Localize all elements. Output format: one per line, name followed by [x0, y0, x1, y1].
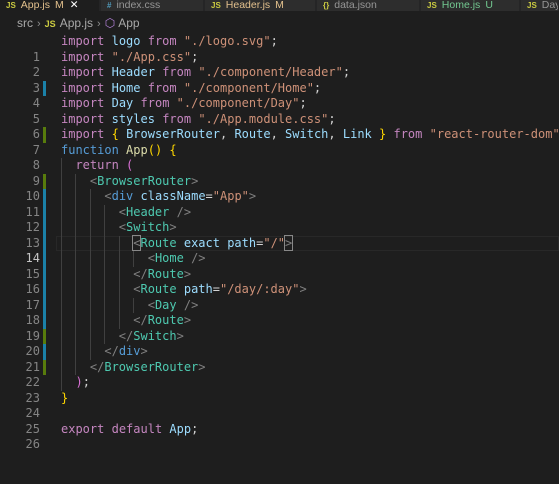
- code-line-current: 14 <Route exact path="/">: [0, 234, 559, 265]
- git-added-marker[interactable]: [43, 173, 46, 189]
- code-text: import Home from "./component/Home";: [61, 80, 322, 95]
- code-line: 23 );: [0, 375, 559, 405]
- code-line: 1 import logo from "./logo.svg";: [0, 34, 559, 64]
- modified-indicator: M: [275, 0, 284, 11]
- code-text: </Route>: [133, 313, 192, 327]
- tab-data-json[interactable]: {} data.json: [317, 0, 420, 11]
- code-line: 15 <Home />: [0, 251, 559, 281]
- code-line: 5 import Day from "./component/Day";: [0, 96, 559, 126]
- code-text: );: [75, 375, 90, 389]
- code-line: 6 import styles from "./App.module.css";: [0, 111, 559, 142]
- breadcrumb-symbol[interactable]: App: [118, 16, 139, 30]
- symbol-cube-icon: ⬡: [104, 16, 116, 30]
- tab-label: data.json: [334, 0, 377, 11]
- code-text: import Header from "./component/Header";: [61, 65, 351, 79]
- code-line: 2 import "./App.css";: [0, 49, 559, 80]
- code-text: <Switch>: [118, 220, 177, 234]
- code-text: <BrowserRouter>: [89, 173, 199, 188]
- tab-app-js[interactable]: JS App.js M ✕: [0, 0, 100, 11]
- code-line: 3 import Header from "./component/Header…: [0, 65, 559, 95]
- code-line: 22 </BrowserRouter>: [0, 359, 559, 389]
- code-line: 16 </Route>: [0, 266, 559, 296]
- code-line: 19 </Route>: [0, 313, 559, 343]
- breadcrumb: src › JS App.js › ⬡ App: [0, 12, 559, 34]
- code-text: </Switch>: [118, 328, 184, 343]
- git-modified-marker[interactable]: [43, 313, 46, 329]
- tab-label: index.css: [116, 0, 161, 11]
- code-line: 10 <BrowserRouter>: [0, 173, 559, 203]
- javascript-file-icon: JS: [211, 1, 221, 10]
- code-line: 26 export default App;: [0, 421, 559, 452]
- code-text: import styles from "./App.module.css";: [61, 111, 336, 126]
- code-text: <Day />: [147, 297, 199, 312]
- git-added-marker[interactable]: [43, 127, 46, 143]
- code-text: import { BrowserRouter, Route, Switch, L…: [61, 127, 559, 141]
- code-text: import "./App.css";: [61, 49, 199, 64]
- git-modified-marker[interactable]: [43, 235, 46, 251]
- code-text: <div className="App">: [104, 189, 257, 203]
- tab-label: Day: [541, 0, 559, 11]
- code-text: return (: [75, 158, 134, 172]
- close-icon[interactable]: ✕: [70, 0, 79, 11]
- code-line: 25: [0, 406, 559, 436]
- code-line: 18 <Day />: [0, 297, 559, 327]
- code-text: <Home />: [147, 251, 206, 265]
- code-line: 8 function App() {: [0, 142, 559, 173]
- code-line: 24 }: [0, 390, 559, 421]
- code-text: import logo from "./logo.svg";: [61, 34, 278, 48]
- code-editor[interactable]: 1 import logo from "./logo.svg"; 2 impor…: [0, 34, 559, 451]
- breadcrumb-folder[interactable]: src: [17, 16, 33, 30]
- code-text: </div>: [104, 344, 148, 358]
- code-line: 20 </Switch>: [0, 328, 559, 358]
- code-line: 21 </div>: [0, 344, 559, 374]
- code-text: <Header />: [118, 204, 192, 219]
- javascript-file-icon: JS: [427, 1, 437, 10]
- git-modified-marker[interactable]: [43, 80, 46, 96]
- git-modified-marker[interactable]: [43, 204, 46, 220]
- code-line: 7 import { BrowserRouter, Route, Switch,…: [0, 127, 559, 157]
- tab-home-js[interactable]: JS Home.js U: [421, 0, 520, 11]
- untracked-indicator: U: [485, 0, 493, 11]
- code-text: <Route path="/day/:day">: [133, 282, 307, 296]
- code-text: <Route exact path="/">: [132, 234, 294, 251]
- breadcrumb-file[interactable]: App.js: [60, 16, 93, 30]
- code-line: 12 <Header />: [0, 204, 559, 234]
- javascript-file-icon: JS: [527, 1, 537, 10]
- tab-label: Header.js: [225, 0, 271, 11]
- code-text: import Day from "./component/Day";: [61, 96, 307, 110]
- javascript-file-icon: JS: [44, 19, 56, 29]
- css-file-icon: #: [107, 1, 112, 10]
- code-text: </Route>: [133, 266, 192, 281]
- tab-label: App.js: [20, 0, 50, 11]
- git-added-marker[interactable]: [43, 328, 46, 344]
- modified-indicator: M: [54, 0, 64, 11]
- git-modified-marker[interactable]: [43, 251, 46, 267]
- git-modified-marker[interactable]: [43, 220, 46, 236]
- code-text: export default App;: [61, 421, 199, 436]
- git-modified-marker[interactable]: [43, 189, 46, 205]
- code-text: </BrowserRouter>: [89, 359, 206, 374]
- tab-index-css[interactable]: # index.css: [101, 0, 204, 11]
- code-line: 9 return (: [0, 158, 559, 188]
- code-line: 17 <Route path="/day/:day">: [0, 282, 559, 312]
- code-line: 11 <div className="App">: [0, 189, 559, 219]
- chevron-right-icon: ›: [97, 18, 101, 30]
- git-modified-marker[interactable]: [43, 266, 46, 282]
- code-line: 13 <Switch>: [0, 220, 559, 250]
- javascript-file-icon: JS: [6, 1, 16, 10]
- code-text: }: [61, 390, 69, 405]
- editor-tab-bar: JS App.js M ✕ # index.css JS Header.js M {} dat…: [0, 0, 559, 12]
- json-file-icon: {}: [323, 1, 330, 10]
- code-line: 4 import Home from "./component/Home";: [0, 80, 559, 110]
- chevron-right-icon: ›: [37, 18, 41, 30]
- tab-header-js[interactable]: JS Header.js M: [205, 0, 316, 11]
- git-modified-marker[interactable]: [43, 344, 46, 360]
- code-text: function App() {: [61, 142, 177, 157]
- tab-day-js[interactable]: JS Day: [521, 0, 559, 11]
- tab-label: Home.js: [441, 0, 481, 11]
- git-modified-marker[interactable]: [43, 297, 46, 313]
- git-modified-marker[interactable]: [43, 282, 46, 298]
- git-added-marker[interactable]: [43, 359, 46, 375]
